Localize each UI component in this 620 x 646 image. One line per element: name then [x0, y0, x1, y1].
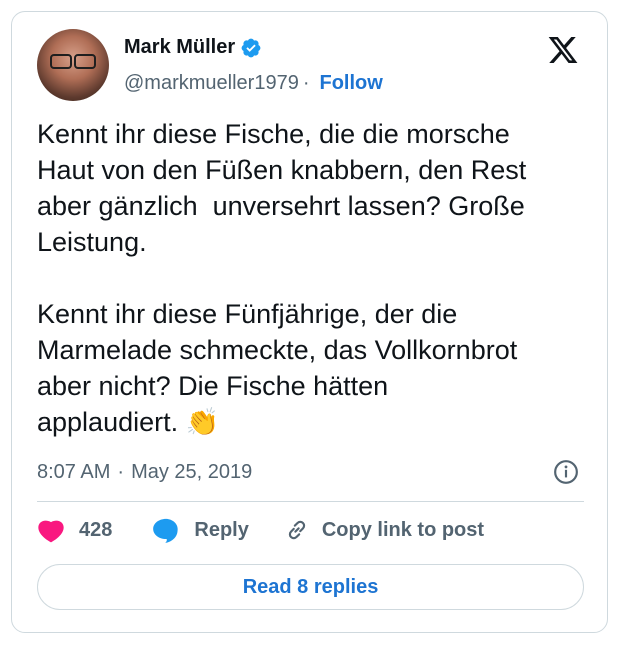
read-replies-button[interactable]: Read 8 replies	[37, 564, 584, 610]
tweet-time: 8:07 AM	[37, 461, 111, 483]
info-icon[interactable]	[553, 459, 579, 485]
like-count: 428	[79, 518, 113, 541]
heart-icon	[38, 520, 64, 543]
avatar[interactable]	[37, 29, 109, 101]
verified-badge-icon	[241, 38, 261, 57]
author-handle-row: @markmueller1979 · Follow	[124, 72, 383, 95]
timestamp-separator: ·	[117, 461, 125, 483]
tweet-timestamp[interactable]: 8:07 AM · May 25, 2019	[37, 461, 252, 484]
divider	[37, 501, 584, 502]
author-handle[interactable]: @markmueller1979	[124, 72, 299, 95]
copy-link-label: Copy link to post	[321, 518, 485, 541]
author-name[interactable]: Mark Müller	[124, 36, 235, 59]
action-bar: 428 Reply Copy link to post	[37, 517, 484, 543]
x-logo-icon[interactable]	[547, 34, 579, 66]
read-replies-label: Read 8 replies	[242, 575, 379, 598]
follow-link[interactable]: Follow	[320, 72, 383, 95]
avatar-glasses	[50, 54, 96, 69]
link-icon	[288, 520, 305, 540]
reply-bubble-icon	[153, 518, 179, 543]
reply-button[interactable]: Reply	[152, 517, 283, 543]
copy-link-button[interactable]: Copy link to post	[284, 517, 484, 543]
reply-label: Reply	[194, 518, 249, 541]
tweet-text: Kennt ihr diese Fische, die die morsche …	[37, 119, 527, 437]
tweet-date: May 25, 2019	[131, 461, 253, 483]
tweet-card: Mark Müller @markmueller1979 · Follow Ke…	[11, 11, 608, 633]
author-name-row: Mark Müller	[124, 36, 262, 59]
like-button[interactable]: 428	[37, 517, 152, 543]
handle-separator: ·	[302, 72, 310, 94]
